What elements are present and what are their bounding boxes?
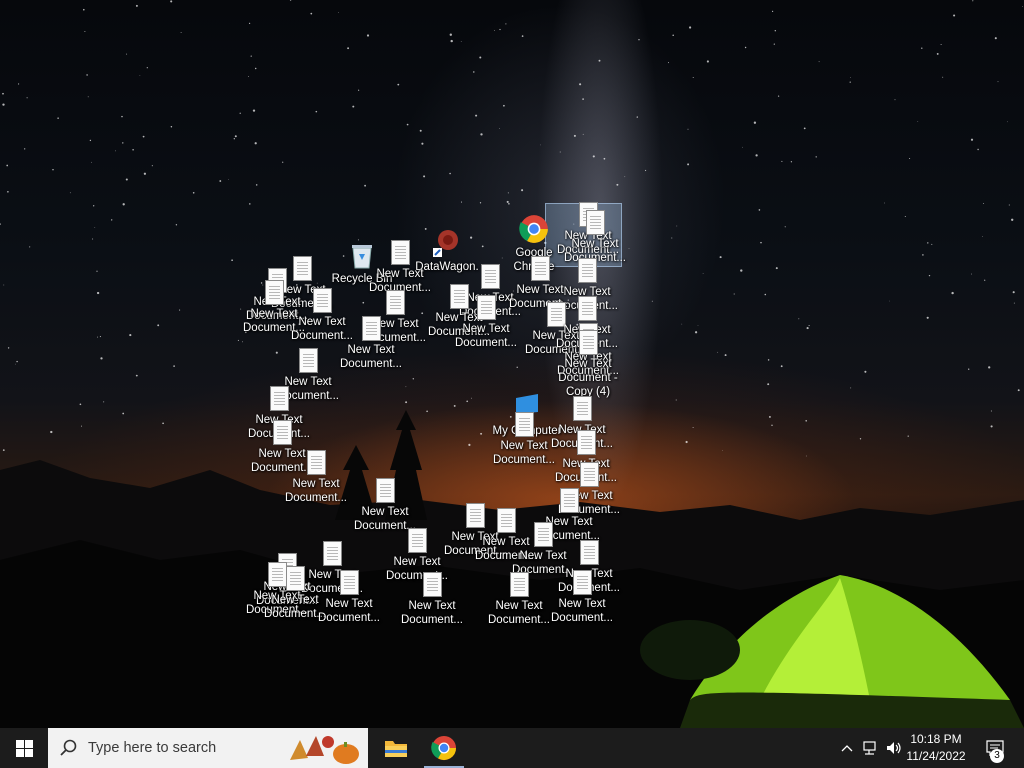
taskbar-app-file-explorer[interactable] xyxy=(376,728,416,768)
text-document-icon xyxy=(572,570,592,595)
desktop-icon-label: New Text Document... xyxy=(401,600,463,626)
notification-count-badge: 3 xyxy=(990,749,1004,763)
text-document-icon xyxy=(390,240,410,265)
folder-icon xyxy=(385,741,407,757)
search-icon xyxy=(60,739,77,756)
taskbar: Type here to search 10:18 PM 11/24/2022 … xyxy=(0,728,1024,768)
text-document-icon xyxy=(576,430,596,455)
text-document-icon xyxy=(585,210,605,235)
text-document-icon xyxy=(530,256,550,281)
clock[interactable]: 10:18 PM 11/24/2022 xyxy=(904,731,968,765)
clock-time: 10:18 PM xyxy=(910,732,962,746)
text-document-icon xyxy=(533,522,553,547)
chrome-icon xyxy=(431,736,456,761)
text-document-icon xyxy=(375,478,395,503)
desktop-icon-label: New Text Document... xyxy=(493,440,555,466)
volume-button[interactable] xyxy=(884,728,904,768)
action-center-button[interactable]: 3 xyxy=(980,728,1010,768)
text-document-icon xyxy=(579,462,599,487)
show-hidden-icons-button[interactable] xyxy=(838,728,856,768)
windows-logo-icon xyxy=(15,739,33,757)
desktop-icon-label: New Text Document... xyxy=(318,598,380,624)
desktop-icon-label: New Text Document... xyxy=(285,478,347,504)
search-placeholder: Type here to search xyxy=(88,740,217,756)
taskbar-app-chrome[interactable] xyxy=(424,728,464,768)
desktop-icon-text-document[interactable]: New Text Document... xyxy=(348,478,422,533)
desktop-icon-text-document[interactable]: New Text Document... xyxy=(334,316,408,371)
desktop-icon-text-document[interactable]: New Text Document... xyxy=(312,570,386,625)
desktop-icon-text-document[interactable]: New Text Document... xyxy=(279,450,353,505)
text-document-icon xyxy=(312,288,332,313)
network-button[interactable] xyxy=(860,728,882,768)
text-document-icon xyxy=(407,528,427,553)
speaker-icon xyxy=(887,742,901,754)
text-document-icon xyxy=(306,450,326,475)
text-document-icon xyxy=(476,295,496,320)
desktop-icon-text-document[interactable]: New Text Document... xyxy=(545,570,619,625)
chrome-icon xyxy=(519,214,549,244)
search-input[interactable]: Type here to search xyxy=(48,728,368,768)
desktop-icon-text-document[interactable]: New Text Document... xyxy=(487,412,561,467)
text-document-icon xyxy=(572,396,592,421)
text-document-icon xyxy=(264,280,284,305)
text-document-icon xyxy=(385,290,405,315)
text-document-icon xyxy=(269,386,289,411)
desktop-icon-label: New Text Document... xyxy=(551,598,613,624)
clock-date: 11/24/2022 xyxy=(906,749,966,763)
text-document-icon xyxy=(578,330,598,355)
text-document-icon xyxy=(577,258,597,283)
desktop-icon-text-document[interactable]: New Text Document - Copy (4) xyxy=(551,330,625,399)
chevron-up-icon xyxy=(841,745,853,752)
text-document-icon xyxy=(285,566,305,591)
text-document-icon xyxy=(509,572,529,597)
desktop-icon-text-document[interactable]: New Text Document... xyxy=(449,295,523,350)
desktop-icon-label: New Text Document... xyxy=(455,323,517,349)
text-document-icon xyxy=(579,540,599,565)
text-document-icon xyxy=(322,541,342,566)
desktop[interactable]: Recycle BinDataWagon.Google ChromeMy Com… xyxy=(0,0,1024,728)
start-button[interactable] xyxy=(0,728,48,768)
autumn-leaves-icon xyxy=(290,736,359,764)
network-icon xyxy=(863,741,876,755)
text-document-icon xyxy=(577,296,597,321)
desktop-icon-label: New Text Document - Copy (4) xyxy=(558,358,618,398)
text-document-icon xyxy=(272,420,292,445)
text-document-icon xyxy=(339,570,359,595)
text-document-icon xyxy=(422,572,442,597)
text-document-icon xyxy=(559,488,579,513)
text-document-icon xyxy=(298,348,318,373)
desktop-icon-label: New Text Document... xyxy=(340,344,402,370)
text-document-icon xyxy=(514,412,534,437)
text-document-icon xyxy=(361,316,381,341)
desktop-icon-text-document[interactable]: New Text Document... xyxy=(395,572,469,627)
